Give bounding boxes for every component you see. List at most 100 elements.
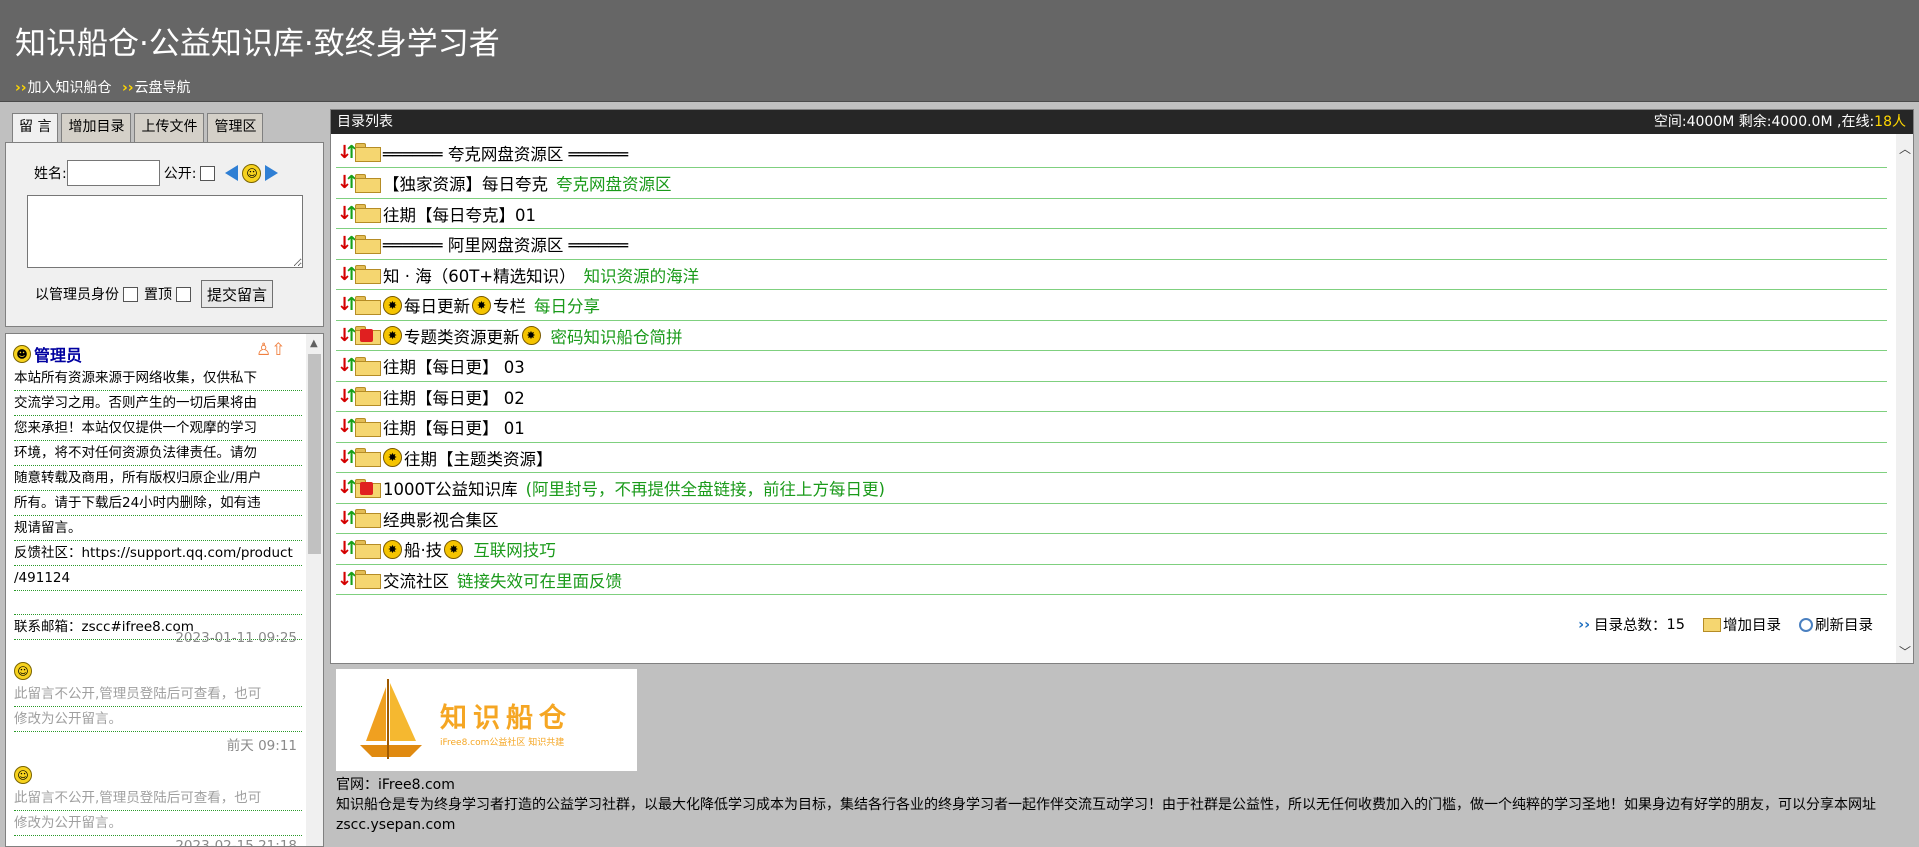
directory-note: 密码知识船仓简拼 (550, 327, 683, 347)
sort-arrows-icon[interactable]: ↓ ↑ (336, 355, 359, 377)
folder-icon (355, 417, 381, 437)
sort-arrows-icon[interactable]: ↓ ↑ (336, 477, 359, 499)
message-line: 所有。请于下载后24小时内删除，如有违 (14, 491, 302, 516)
directory-row[interactable]: ↓ ↑ 往期【每日更】 01 (336, 413, 1887, 443)
public-checkbox[interactable] (200, 165, 216, 181)
folder-icon (355, 173, 381, 193)
refresh-icon[interactable] (1799, 617, 1813, 632)
online-count: 18人 (1874, 114, 1906, 130)
directory-row[interactable]: ↓ ↑ 1000T公益知识库 (阿里封号，不再提供全盘链接，前往上方每日更) (336, 474, 1887, 504)
directory-note: 链接失效可在里面反馈 (457, 571, 622, 591)
scroll-thumb[interactable] (308, 354, 321, 554)
message-action-icons: ♙⇧ (256, 340, 286, 360)
admin-identity-checkbox[interactable] (123, 286, 138, 302)
sort-arrows-icon[interactable]: ↓ ↑ (336, 447, 359, 469)
directory-name-suffix[interactable]: 专栏 (493, 293, 526, 317)
star-badge-icon: ✸ (383, 539, 402, 559)
directory-row[interactable]: ↓ ↑ ✸ 每日更新 ✸ 专栏 每日分享 (336, 291, 1887, 321)
pin-label: 置顶 (144, 287, 172, 303)
tab-admin[interactable]: 管理区 (207, 113, 264, 142)
sort-arrows-icon[interactable]: ↓ ↑ (336, 416, 359, 438)
directory-row[interactable]: ↓ ↑ 知 · 海（60T+精选知识） 知识资源的海洋 (336, 260, 1887, 291)
sort-arrows-icon[interactable]: ↓ ↑ (336, 142, 359, 164)
directory-name[interactable]: 往期【每日更】 01 (383, 415, 525, 439)
site-title: 知识船仓·公益知识库·致终身学习者 (15, 26, 500, 62)
sort-arrows-icon[interactable]: ↓ ↑ (336, 325, 359, 347)
directory-row[interactable]: ↓ ↑ ══════ 阿里网盘资源区 ══════ (336, 230, 1887, 260)
directory-row[interactable]: ↓ ↑ ✸ 专题类资源更新 ✸ 密码知识船仓简拼 (336, 321, 1887, 352)
directory-name[interactable]: 往期【主题类资源】 (404, 446, 553, 470)
directory-name[interactable]: 专题类资源更新 (404, 324, 520, 348)
pin-checkbox[interactable] (176, 286, 191, 302)
add-folder-icon[interactable] (1703, 617, 1721, 632)
directory-scrollbar[interactable]: ︿ ﹀ (1896, 134, 1913, 663)
sort-arrows-icon[interactable]: ↓ ↑ (336, 172, 359, 194)
directory-note: (阿里封号，不再提供全盘链接，前往上方每日更) (525, 480, 885, 500)
directory-row[interactable]: ↓ ↑ ✸ 船·技 ✸ 互联网技巧 (336, 535, 1887, 565)
message-line (14, 591, 302, 615)
star-badge-icon: ✸ (383, 326, 402, 346)
directory-name[interactable]: 往期【每日更】 02 (383, 385, 525, 409)
sort-arrows-icon[interactable]: ↓ ↑ (336, 233, 359, 255)
directory-row[interactable]: ↓ ↑ ✸ 往期【主题类资源】 (336, 443, 1887, 474)
directory-name[interactable]: 往期【每日夸克】01 (383, 202, 536, 226)
directory-name[interactable]: 每日更新 (404, 293, 470, 317)
message-line: 反馈社区：https://support.qq.com/product (14, 541, 302, 566)
sort-arrows-icon[interactable]: ↓ ↑ (336, 203, 359, 225)
directory-name[interactable]: 船·技 (404, 537, 442, 561)
directory-name[interactable]: 知 · 海（60T+精选知识） (383, 263, 576, 287)
scroll-up-icon[interactable]: ▲ (310, 338, 318, 349)
message-textarea[interactable] (27, 195, 303, 268)
total-count: 15 (1666, 616, 1685, 633)
sort-arrows-icon[interactable]: ↓ ↑ (336, 508, 359, 530)
directory-row[interactable]: ↓ ↑ 交流社区 链接失效可在里面反馈 (336, 565, 1887, 596)
directory-note: 每日分享 (534, 297, 600, 317)
directory-row[interactable]: ↓ ↑ 【独家资源】每日夸克 夸克网盘资源区 (336, 169, 1887, 199)
message-line: 规请留言。 (14, 516, 302, 541)
tab-message[interactable]: 留 言 (12, 113, 59, 143)
nav-join-link[interactable]: 加入知识船仓 (28, 80, 112, 96)
directory-name[interactable]: 经典影视合集区 (383, 507, 499, 531)
smiley-icon[interactable]: ☺ (242, 163, 262, 183)
folder-icon (355, 387, 381, 407)
tab-add-directory[interactable]: 增加目录 (61, 113, 132, 142)
user-icon[interactable]: ♙ (256, 340, 271, 360)
message-scrollbar[interactable]: ▲ (306, 334, 323, 846)
site-description: 知识船仓是专为终身学习者打造的公益学习社群，以最大化降低学习成本为目标，集结各行… (336, 797, 1876, 833)
prev-emoji-arrow-icon[interactable] (225, 165, 239, 181)
sort-arrows-icon[interactable]: ↓ ↑ (336, 294, 359, 316)
sort-arrows-icon[interactable]: ↓ ↑ (336, 386, 359, 408)
message-line: 本站所有资源来源于网络收集，仅供私下 (14, 366, 302, 391)
submit-message-button[interactable]: 提交留言 (201, 280, 274, 308)
directory-titlebar: 目录列表 空间:4000M 剩余:4000.0M ,在线:18人 (331, 110, 1913, 134)
directory-name[interactable]: 【独家资源】每日夸克 (383, 171, 548, 195)
directory-name[interactable]: 往期【每日更】 03 (383, 354, 525, 378)
directory-row[interactable]: ↓ ↑ 往期【每日更】 02 (336, 382, 1887, 413)
message-line: 修改为公开留言。 (14, 707, 302, 732)
directory-row[interactable]: ↓ ↑ 往期【每日更】 03 (336, 352, 1887, 382)
directory-name[interactable]: ══════ 阿里网盘资源区 ══════ (383, 232, 628, 256)
nav-cloud-link[interactable]: 云盘导航 (135, 80, 191, 96)
scroll-up-icon[interactable]: ︿ (1899, 140, 1911, 157)
directory-name[interactable]: ══════ 夸克网盘资源区 ══════ (383, 141, 628, 165)
directory-name[interactable]: 1000T公益知识库 (383, 476, 518, 500)
sort-arrows-icon[interactable]: ↓ ↑ (336, 264, 359, 286)
tab-upload-file[interactable]: 上传文件 (134, 113, 205, 142)
next-emoji-arrow-icon[interactable] (265, 165, 279, 181)
directory-name[interactable]: 交流社区 (383, 568, 449, 592)
directory-row[interactable]: ↓ ↑ 经典影视合集区 (336, 504, 1887, 535)
sort-arrows-icon[interactable]: ↓ ↑ (336, 538, 359, 560)
name-input[interactable] (66, 160, 160, 186)
scroll-down-icon[interactable]: ﹀ (1899, 643, 1911, 660)
star-badge-icon: ✸ (521, 326, 541, 346)
pin-top-icon[interactable]: ⇧ (271, 340, 285, 360)
directory-row[interactable]: ↓ ↑ 往期【每日夸克】01 (336, 199, 1887, 230)
message-line: 此留言不公开,管理员登陆后可查看，也可 (14, 682, 302, 707)
message-line: 环境，将不对任何资源负法律责任。请勿 (14, 441, 302, 466)
chevron-right-icon: ›› (122, 80, 134, 96)
sort-arrows-icon[interactable]: ↓ ↑ (336, 569, 359, 591)
directory-row[interactable]: ↓ ↑ ══════ 夸克网盘资源区 ══════ (336, 138, 1887, 169)
site-header: 知识船仓·公益知识库·致终身学习者 ››加入知识船仓 ››云盘导航 (0, 0, 1919, 102)
add-directory-link[interactable]: 增加目录 (1723, 614, 1781, 635)
refresh-directory-link[interactable]: 刷新目录 (1815, 614, 1873, 635)
